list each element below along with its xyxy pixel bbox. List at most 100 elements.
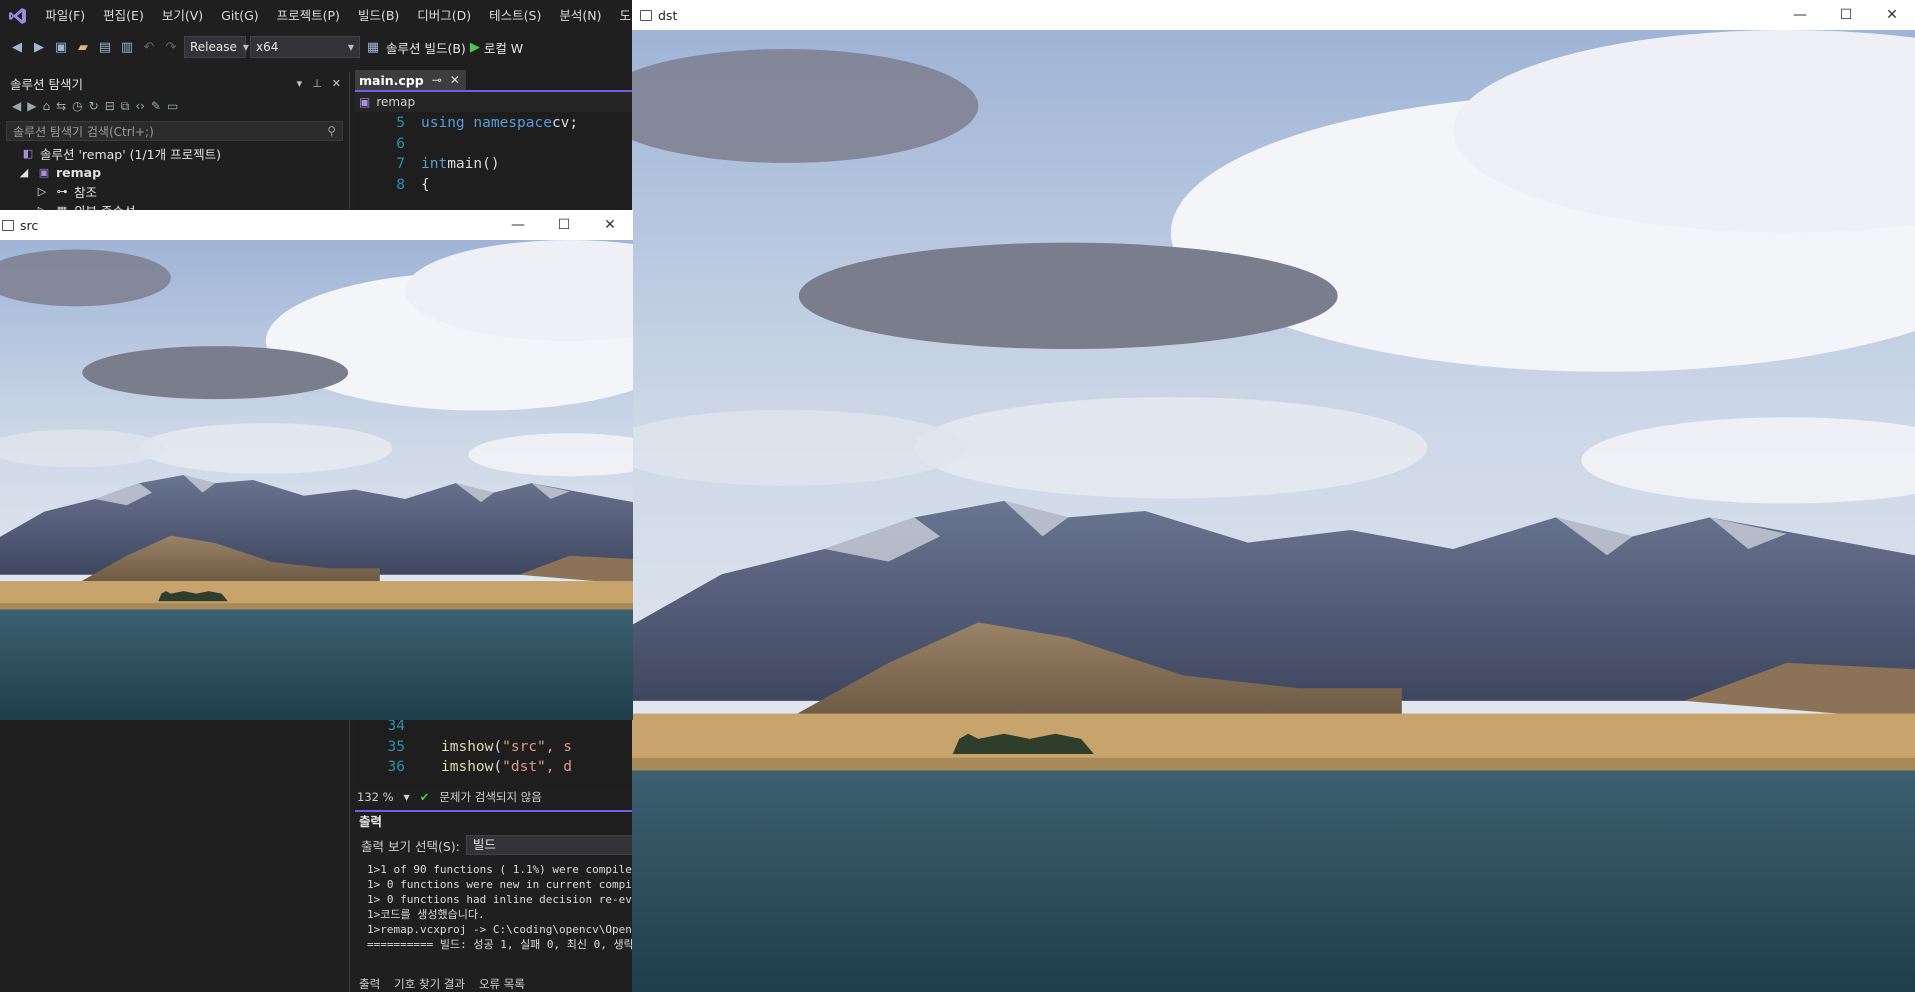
switch-views-icon[interactable]: ⇆ bbox=[56, 99, 66, 113]
menu-project[interactable]: 프로젝트(P) bbox=[268, 0, 349, 31]
menu-file[interactable]: 파일(F) bbox=[36, 0, 94, 31]
code-text: { bbox=[421, 176, 430, 193]
output-line: 1>remap.vcxproj -> C:\coding\opencv\Open… bbox=[367, 923, 640, 936]
tree-solution[interactable]: ◧ 솔루션 'remap' (1/1개 프로젝트) bbox=[0, 144, 349, 163]
scope-navigation-bar[interactable]: ▣ remap bbox=[355, 92, 640, 112]
new-project-icon[interactable]: ▣ bbox=[52, 38, 70, 56]
menu-build[interactable]: 빌드(B) bbox=[349, 0, 408, 31]
tree-project-label: remap bbox=[56, 165, 102, 180]
output-title: 출력 bbox=[359, 814, 383, 829]
menu-edit[interactable]: 편집(E) bbox=[94, 0, 153, 31]
pin-icon[interactable]: ⊥ bbox=[312, 77, 322, 90]
play-icon[interactable]: ▶ bbox=[470, 40, 480, 55]
solution-explorer-header: 솔루션 탐색기 ▾ ⊥ ✕ bbox=[0, 72, 349, 94]
dst-title-bar[interactable]: dst — ☐ ✕ bbox=[632, 0, 1915, 30]
menu-debug[interactable]: 디버그(D) bbox=[408, 0, 480, 31]
output-line: ========== 빌드: 성공 1, 실패 0, 최신 0, 생략 bbox=[367, 938, 634, 951]
tab-find-symbol[interactable]: 기호 찾기 결과 bbox=[394, 976, 465, 992]
search-icon: ⚲ bbox=[327, 124, 336, 138]
tab-main-cpp[interactable]: main.cpp ⊸ ✕ bbox=[355, 70, 466, 90]
history-icon[interactable]: ◷ bbox=[72, 99, 82, 113]
output-text-area[interactable]: 1>1 of 90 functions ( 1.1%) were compile… bbox=[355, 858, 640, 952]
code-line: 35 imshow("src", s bbox=[355, 737, 640, 758]
code-line: 7 int main() bbox=[355, 154, 640, 175]
output-panel: 출력 출력 보기 선택(S): 빌드 1>1 of 90 functions (… bbox=[355, 810, 640, 992]
output-source-select[interactable]: 빌드 bbox=[465, 835, 640, 855]
undo-icon[interactable]: ↶ bbox=[140, 38, 158, 56]
configuration-value: Release bbox=[190, 40, 237, 54]
properties-icon[interactable]: ✎ bbox=[151, 99, 161, 113]
menu-test[interactable]: 테스트(S) bbox=[480, 0, 550, 31]
solution-explorer-toolbar: ◀ ▶ ⌂ ⇆ ◷ ↻ ⊟ ⧉ ‹› ✎ ▭ bbox=[0, 94, 349, 118]
forward-icon[interactable]: ▶ bbox=[30, 38, 48, 56]
code-line: 36 imshow("dst", d bbox=[355, 757, 640, 778]
editor-tab-bar: main.cpp ⊸ ✕ bbox=[355, 70, 640, 92]
minimize-icon[interactable]: — bbox=[1777, 0, 1823, 30]
tab-output[interactable]: 출력 bbox=[359, 976, 380, 992]
references-icon: ⊶ bbox=[56, 185, 68, 198]
code-keyword: using namespace bbox=[421, 115, 552, 132]
code-line: 8 { bbox=[355, 175, 640, 196]
src-window: src — ☐ ✕ bbox=[0, 210, 633, 720]
chevron-down-icon[interactable]: ▼ bbox=[404, 793, 410, 802]
line-number: 34 bbox=[387, 718, 405, 735]
save-all-icon[interactable]: ▥ bbox=[118, 38, 136, 56]
configuration-select[interactable]: Release ▼ bbox=[184, 36, 249, 58]
tree-project[interactable]: ◢ ▣ remap bbox=[0, 163, 349, 182]
solution-search-placeholder: 솔루션 탐색기 검색(Ctrl+;) bbox=[13, 124, 154, 139]
solution-search-input[interactable]: 솔루션 탐색기 검색(Ctrl+;) ⚲ bbox=[6, 121, 343, 141]
src-window-title: src bbox=[20, 217, 39, 233]
back-icon[interactable]: ◀ bbox=[8, 38, 26, 56]
code-icon[interactable]: ‹› bbox=[135, 99, 145, 113]
line-number: 6 bbox=[396, 135, 405, 152]
maximize-icon[interactable]: ☐ bbox=[1823, 0, 1869, 30]
menu-git[interactable]: Git(G) bbox=[212, 0, 268, 31]
code-area-bottom[interactable]: 34 35 imshow("src", s 36 imshow("dst", d bbox=[355, 716, 640, 778]
build-solution-button[interactable]: 솔루션 빌드(B) bbox=[386, 38, 466, 57]
maximize-icon[interactable]: ☐ bbox=[541, 210, 587, 240]
open-folder-icon[interactable]: ▰ bbox=[74, 38, 92, 56]
tab-error-list[interactable]: 오류 목록 bbox=[479, 976, 525, 992]
issues-status[interactable]: 문제가 검색되지 않음 bbox=[439, 789, 542, 805]
close-icon[interactable]: ✕ bbox=[587, 210, 633, 240]
refresh-icon[interactable]: ↻ bbox=[89, 99, 99, 113]
line-number: 5 bbox=[396, 115, 405, 132]
menu-analyze[interactable]: 분석(N) bbox=[550, 0, 610, 31]
preview-icon[interactable]: ▭ bbox=[167, 99, 178, 113]
tree-references[interactable]: ▷ ⊶ 참조 bbox=[0, 182, 349, 201]
close-icon[interactable]: ✕ bbox=[1869, 0, 1915, 30]
close-icon[interactable]: ✕ bbox=[332, 77, 341, 90]
zoom-level[interactable]: 132 % bbox=[357, 790, 394, 804]
line-number: 35 bbox=[387, 738, 405, 755]
build-icon: ▦ bbox=[366, 39, 380, 55]
platform-select[interactable]: x64 ▼ bbox=[250, 36, 360, 58]
run-button[interactable]: 로컬 W bbox=[484, 38, 523, 57]
code-keyword: int bbox=[421, 156, 448, 173]
code-area-top[interactable]: 5 using namespace cv; 6 7 int main() 8 { bbox=[355, 112, 640, 195]
redo-icon[interactable]: ↷ bbox=[162, 38, 180, 56]
line-number: 8 bbox=[396, 176, 405, 193]
dst-window-title: dst bbox=[658, 7, 678, 23]
tree-references-label: 참조 bbox=[74, 185, 98, 200]
close-icon[interactable]: ✕ bbox=[450, 73, 460, 87]
pin-icon[interactable]: ⊸ bbox=[432, 73, 442, 87]
project-icon: ▣ bbox=[359, 95, 371, 109]
collapse-all-icon[interactable]: ⊟ bbox=[105, 99, 115, 113]
line-number: 7 bbox=[396, 156, 405, 173]
code-line: 6 bbox=[355, 134, 640, 155]
forward-icon[interactable]: ▶ bbox=[27, 99, 36, 113]
code-function: imshow bbox=[441, 738, 494, 755]
project-icon: ▣ bbox=[38, 166, 50, 179]
show-all-files-icon[interactable]: ⧉ bbox=[121, 99, 130, 114]
home-icon[interactable]: ⌂ bbox=[42, 99, 50, 113]
save-icon[interactable]: ▤ bbox=[96, 38, 114, 56]
code-string: "dst", d bbox=[502, 759, 572, 776]
code-function: imshow bbox=[441, 759, 494, 776]
dropdown-icon[interactable]: ▾ bbox=[297, 77, 303, 90]
src-title-bar[interactable]: src — ☐ ✕ bbox=[0, 210, 633, 240]
window-app-icon bbox=[640, 9, 652, 21]
vs-logo-icon[interactable] bbox=[0, 0, 36, 31]
back-icon[interactable]: ◀ bbox=[12, 99, 21, 113]
menu-view[interactable]: 보기(V) bbox=[153, 0, 212, 31]
minimize-icon[interactable]: — bbox=[495, 210, 541, 240]
